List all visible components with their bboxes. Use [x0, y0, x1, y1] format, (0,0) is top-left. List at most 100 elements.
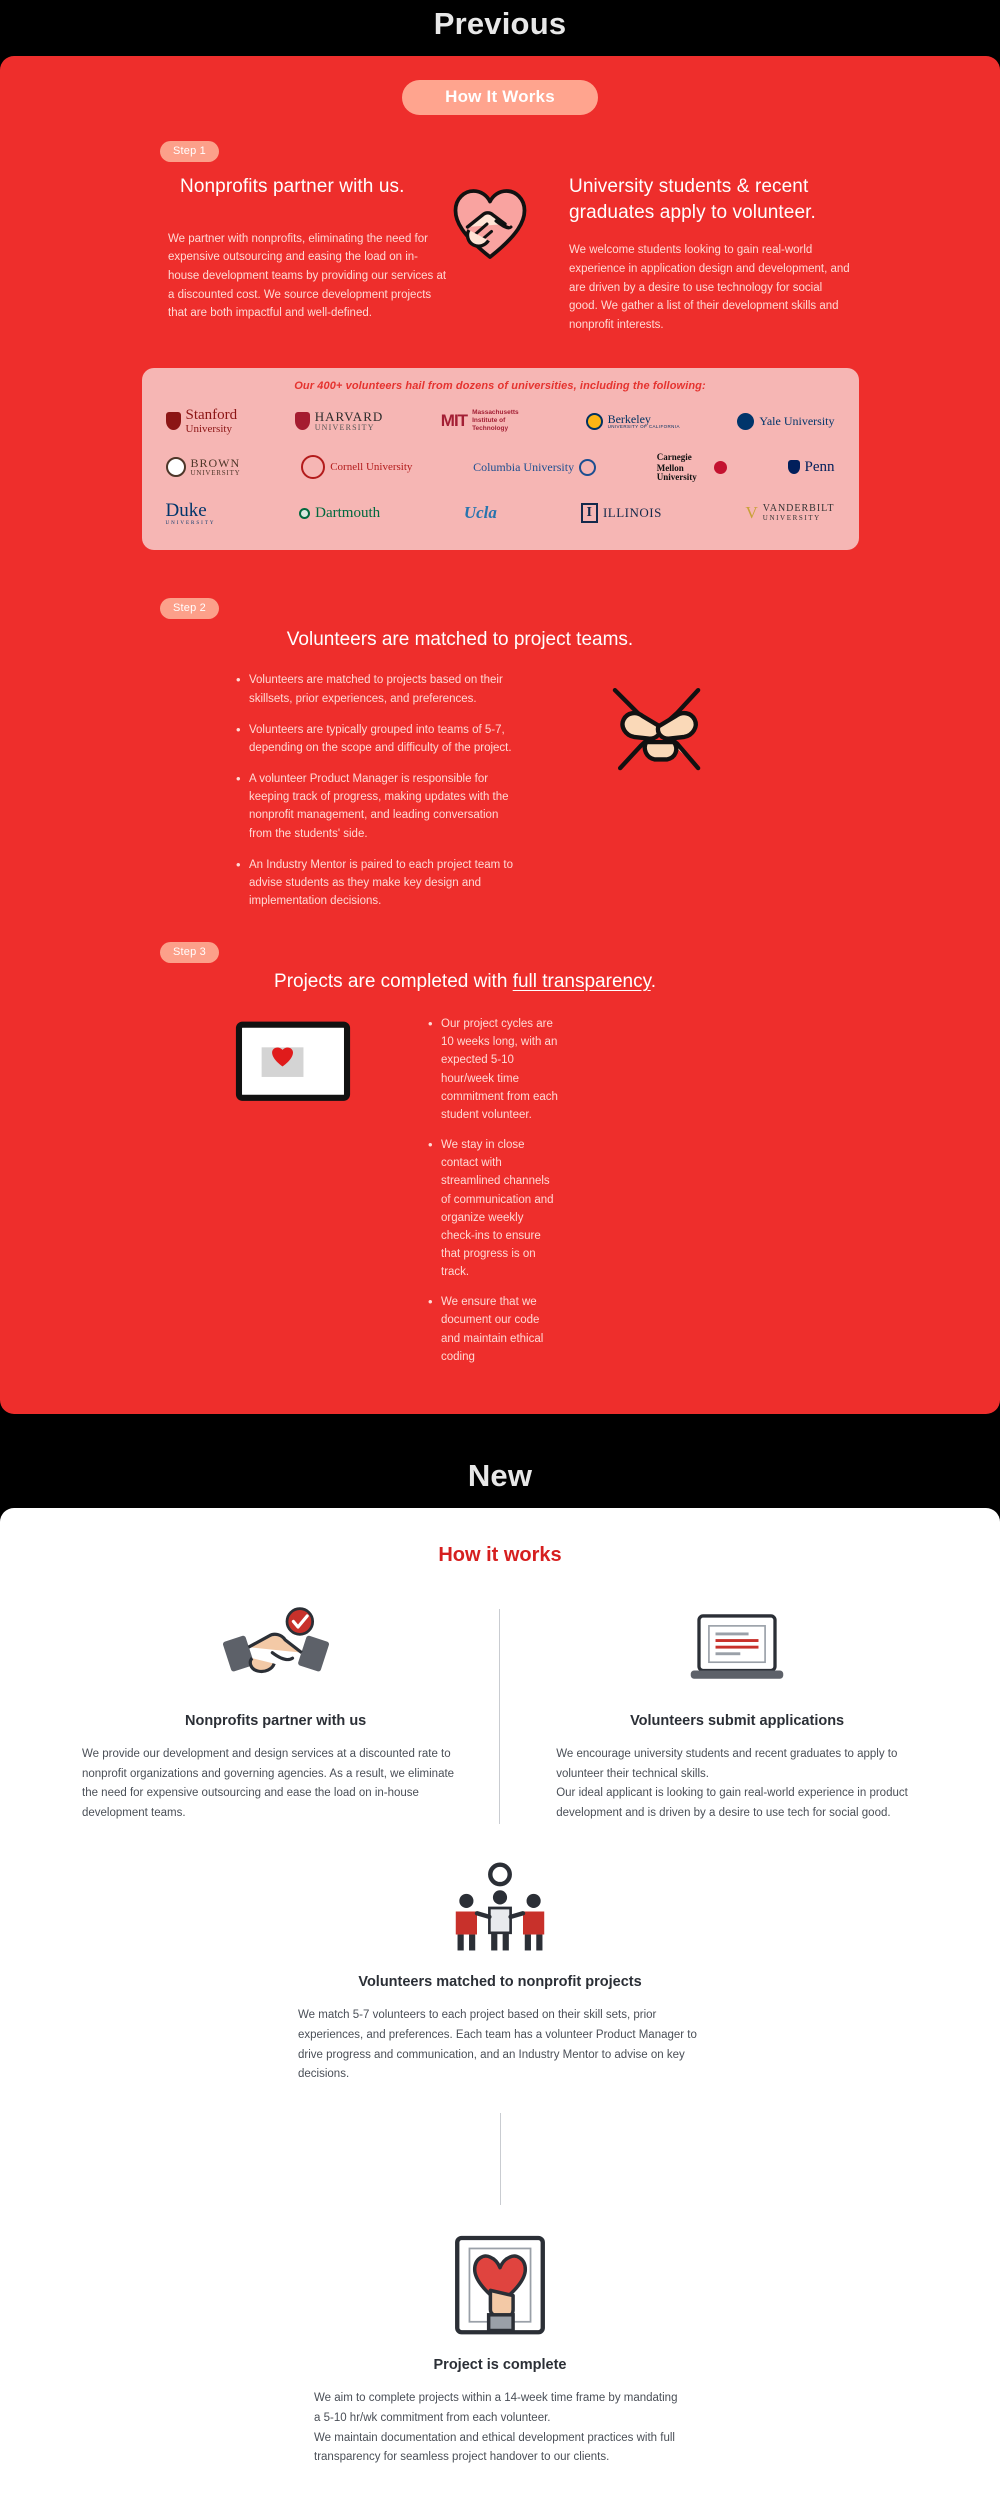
logo-carnegie-mellon: Carnegie Mellon University: [657, 452, 727, 482]
crossed-hands-icon: [608, 678, 712, 782]
logo-harvard: HARVARD UNIVERSITY: [294, 409, 384, 433]
new-panel: How it works Nonprofits partner with us …: [0, 1507, 1000, 2514]
cmu-tartan-icon: [713, 460, 727, 474]
step-1-right-body: We welcome students looking to gain real…: [569, 244, 850, 331]
step-2-label: Step 2: [160, 598, 220, 620]
step-3-pill-row: Step 3: [0, 942, 1000, 964]
logo-vanderbilt-line2: UNIVERSITY: [762, 513, 821, 522]
yale-seal-icon: [737, 412, 755, 430]
new-block-complete: Project is complete We aim to complete p…: [0, 2231, 1000, 2468]
logo-dartmouth-line1: Dartmouth: [315, 504, 381, 521]
logo-harvard-line2: UNIVERSITY: [314, 423, 375, 433]
vanderbilt-v-icon: V: [745, 503, 758, 523]
handshake-heart-icon: [452, 188, 528, 260]
logo-cornell-line1: Cornell University: [330, 461, 413, 474]
step-1-right-heading: University students & recent graduates a…: [569, 176, 816, 223]
logo-dartmouth: Dartmouth: [299, 505, 380, 522]
step-3-heading-after: .: [650, 971, 656, 993]
list-item: An Industry Mentor is paired to each pro…: [236, 855, 520, 910]
logo-yale: Yale University: [737, 412, 835, 430]
logo-illinois-line1: ILLINOIS: [602, 505, 662, 521]
list-item: A volunteer Product Manager is responsib…: [236, 769, 520, 843]
logo-cmu-line2: University: [656, 472, 697, 483]
stanford-shield-icon: [165, 412, 181, 431]
list-item: Volunteers are typically grouped into te…: [236, 720, 520, 757]
cornell-seal-icon: [301, 455, 326, 480]
team-gear-icon: [0, 1858, 1000, 1958]
logo-cornell: Cornell University: [301, 455, 413, 480]
step-3-heading: Projects are completed with full transpa…: [0, 971, 1000, 993]
new-block-matched: Volunteers matched to nonprofit projects…: [0, 1858, 1000, 2085]
new-block-applications-body-line1: We encourage university students and rec…: [556, 1747, 898, 1780]
list-item: We ensure that we document our code and …: [428, 1292, 560, 1366]
universities-banner: Our 400+ volunteers hail from dozens of …: [141, 368, 859, 551]
step-1-label: Step 1: [160, 141, 220, 162]
new-block-applications-heading: Volunteers submit applications: [630, 1712, 845, 1729]
logo-brown: BROWN UNIVERSITY: [165, 457, 241, 478]
previous-step-3: Step 3 Projects are completed with full …: [0, 942, 1000, 1396]
step-3-heading-link[interactable]: full transparency: [513, 971, 651, 992]
logo-stanford-line2: University: [185, 422, 232, 435]
previous-title: Previous: [433, 6, 567, 41]
list-item: Volunteers are matched to projects based…: [236, 670, 520, 707]
new-block-nonprofits-heading: Nonprofits partner with us: [184, 1712, 367, 1729]
logo-mit-line1: MIT: [440, 411, 468, 431]
logo-mit-line2: Massachusetts Institute of Technology: [472, 409, 519, 433]
previous-step-2: Step 2 Volunteers are matched to project…: [0, 598, 1000, 910]
new-block-applications-body-line2: Our ideal applicant is looking to gain r…: [556, 1787, 908, 1820]
step-2-heading: Volunteers are matched to project teams.: [286, 629, 634, 651]
previous-panel: How It Works Step 1 Nonprofits partner w…: [0, 56, 1000, 1414]
horizontal-connector-divider: [499, 2113, 501, 2206]
universities-row-1: Stanford University HARVARD UNIVERSITY M…: [160, 398, 841, 444]
new-block-complete-body: We aim to complete projects within a 14-…: [314, 2389, 686, 2468]
laptop-heart-icon: [232, 1021, 354, 1105]
new-block-complete-body-line2: We maintain documentation and ethical de…: [314, 2431, 675, 2464]
vertical-divider: [499, 1608, 501, 1824]
logo-penn-line1: Penn: [804, 458, 835, 475]
new-block-applications-body: We encourage university students and rec…: [556, 1745, 918, 1824]
new-title: New: [467, 1457, 533, 1493]
new-block-matched-heading: Volunteers matched to nonprofit projects: [358, 1974, 642, 1990]
new-block-nonprofits-body: We provide our development and design se…: [82, 1747, 455, 1820]
logo-vanderbilt: V VANDERBILT UNIVERSITY: [746, 503, 835, 523]
columbia-crown-icon: [579, 458, 597, 476]
logo-duke-line1: Duke: [165, 499, 207, 521]
logo-ucla: Ucla: [464, 503, 497, 523]
universities-caption: Our 400+ volunteers hail from dozens of …: [294, 380, 706, 393]
harvard-shield-icon: [294, 412, 310, 431]
logo-columbia: Columbia University: [473, 458, 597, 476]
list-item: We stay in close contact with streamline…: [428, 1135, 560, 1281]
berkeley-seal-icon: [585, 412, 603, 430]
laptop-application-icon: [556, 1601, 918, 1697]
new-band: New: [0, 1413, 1000, 1508]
logo-harvard-line1: HARVARD: [314, 409, 384, 425]
penn-shield-icon: [787, 460, 800, 475]
new-top-grid: Nonprofits partner with us We provide ou…: [0, 1601, 1000, 1824]
previous-step-1: Step 1 Nonprofits partner with us. We pa…: [0, 141, 1000, 334]
logo-stanford: Stanford University: [165, 406, 238, 435]
step-3-heading-before: Projects are completed with: [274, 971, 513, 993]
logo-ucla-line1: Ucla: [463, 503, 497, 523]
new-block-applications: Volunteers submit applications We encour…: [518, 1601, 930, 1824]
logo-duke-line2: UNIVERSITY: [165, 520, 216, 526]
step-1-left-heading: Nonprofits partner with us.: [180, 176, 405, 197]
brown-seal-icon: [165, 457, 186, 478]
logo-mit: MIT Massachusetts Institute of Technolog…: [441, 409, 528, 433]
logo-berkeley-line2: UNIVERSITY OF CALIFORNIA: [607, 424, 680, 430]
step-2-bullets: Volunteers are matched to projects based…: [0, 670, 520, 910]
universities-row-2: BROWN UNIVERSITY Cornell University Colu…: [160, 444, 841, 490]
universities-row-3: Duke UNIVERSITY Dartmouth Ucla I ILLINOI…: [160, 490, 841, 536]
logo-penn: Penn: [787, 458, 835, 476]
new-how-it-works-title: How it works: [438, 1543, 562, 1566]
step-1-right-column: University students & recent graduates a…: [569, 174, 850, 334]
logo-illinois: I ILLINOIS: [580, 503, 662, 524]
step-1-left-body: We partner with nonprofits, eliminating …: [168, 232, 447, 320]
logo-stanford-line1: Stanford: [185, 406, 238, 423]
new-block-matched-body: We match 5-7 volunteers to each project …: [298, 2009, 697, 2081]
step-3-label: Step 3: [160, 942, 220, 964]
new-block-complete-body-line1: We aim to complete projects within a 14-…: [314, 2392, 678, 2424]
how-it-works-badge: How It Works: [402, 80, 598, 115]
dartmouth-seal-icon: [299, 507, 311, 519]
logo-brown-line2: UNIVERSITY: [190, 469, 241, 478]
step-1-left-column: Nonprofits partner with us. We partner w…: [168, 174, 449, 334]
